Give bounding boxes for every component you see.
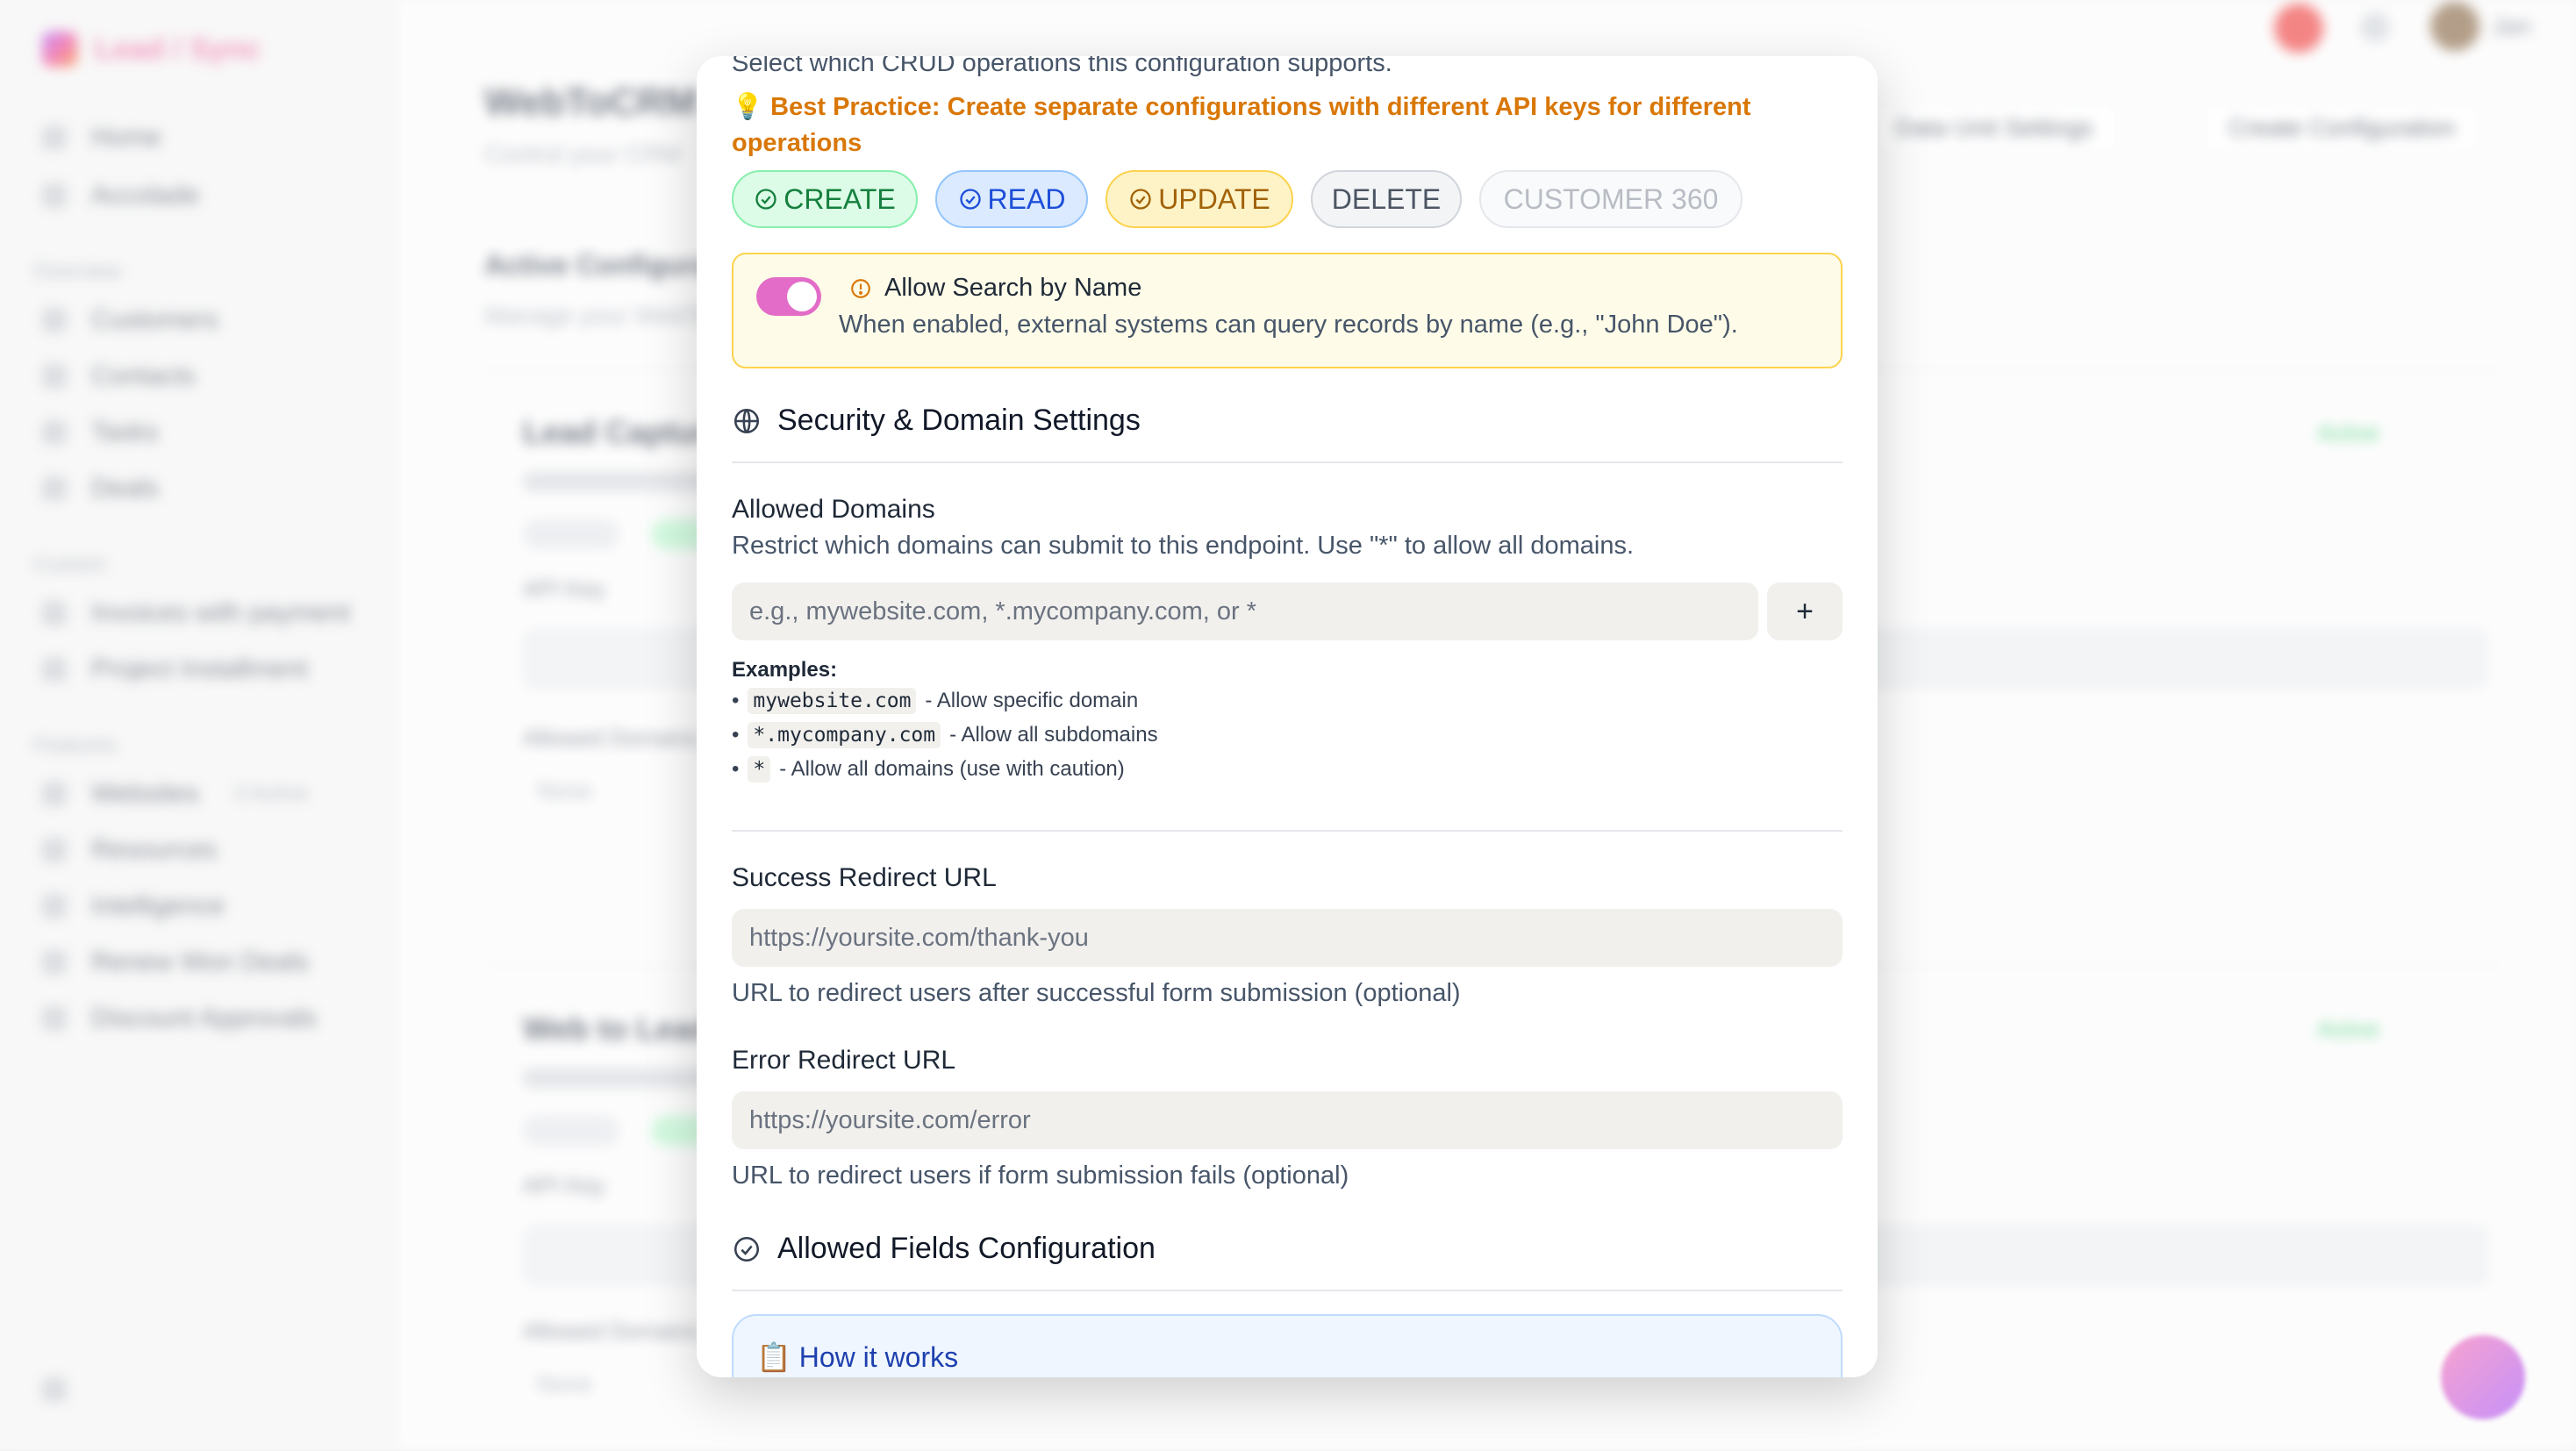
delete-operation-toggle[interactable]: DELETE (1311, 170, 1462, 228)
search-by-name-switch[interactable] (756, 277, 821, 316)
divider (732, 830, 1843, 832)
check-circle-icon (1130, 189, 1151, 210)
security-section-header: Security & Domain Settings (732, 404, 1141, 438)
check-circle-icon (755, 189, 776, 210)
info-circle-icon (851, 278, 870, 298)
update-operation-toggle[interactable]: UPDATE (1106, 170, 1293, 228)
search-by-name-description: When enabled, external systems can query… (839, 311, 1738, 339)
fields-section-header: Allowed Fields Configuration (732, 1232, 1156, 1266)
globe-icon (733, 408, 760, 433)
error-redirect-input[interactable]: https://yoursite.com/error (732, 1091, 1843, 1149)
check-circle-icon (733, 1236, 760, 1262)
read-operation-toggle[interactable]: READ (935, 170, 1088, 228)
allowed-domains-label: Allowed Domains (732, 495, 935, 524)
how-it-works-title: 📋 How it works (756, 1341, 959, 1373)
error-redirect-hint: URL to redirect users if form submission… (732, 1162, 1349, 1190)
how-it-works-panel: 📋 How it works (732, 1314, 1843, 1377)
check-circle-icon (959, 189, 981, 210)
success-redirect-hint: URL to redirect users after successful f… (732, 979, 1461, 1007)
divider (732, 1290, 1843, 1291)
switch-knob (787, 282, 817, 311)
customer360-operation-toggle[interactable]: CUSTOMER 360 (1479, 170, 1742, 228)
example-item: • *.mycompany.com - Allow all subdomains (732, 722, 1158, 748)
security-section-title: Security & Domain Settings (777, 404, 1141, 437)
examples-title: Examples: (732, 658, 838, 682)
create-operation-toggle[interactable]: CREATE (732, 170, 918, 228)
best-practice-note: 💡 Best Practice: Create separate configu… (732, 93, 1751, 157)
allowed-domains-description: Restrict which domains can submit to thi… (732, 532, 1634, 560)
allowed-domains-input[interactable]: e.g., mywebsite.com, *.mycompany.com, or… (732, 583, 1758, 640)
configuration-modal: Select which CRUD operations this config… (697, 56, 1878, 1377)
fields-section-title: Allowed Fields Configuration (777, 1232, 1156, 1265)
modal-body: Select which CRUD operations this config… (732, 56, 1843, 1377)
divider (732, 461, 1843, 463)
search-by-name-panel: Allow Search by Name When enabled, exter… (732, 253, 1843, 368)
success-redirect-input[interactable]: https://yoursite.com/thank-you (732, 909, 1843, 967)
success-redirect-label: Success Redirect URL (732, 863, 997, 892)
add-domain-button[interactable]: + (1767, 583, 1843, 640)
error-redirect-label: Error Redirect URL (732, 1046, 956, 1075)
crud-description: Select which CRUD operations this config… (732, 56, 1392, 77)
search-by-name-title: Allow Search by Name (849, 274, 1141, 303)
example-item: • * - Allow all domains (use with caution) (732, 756, 1125, 783)
example-item: • mywebsite.com - Allow specific domain (732, 688, 1139, 714)
